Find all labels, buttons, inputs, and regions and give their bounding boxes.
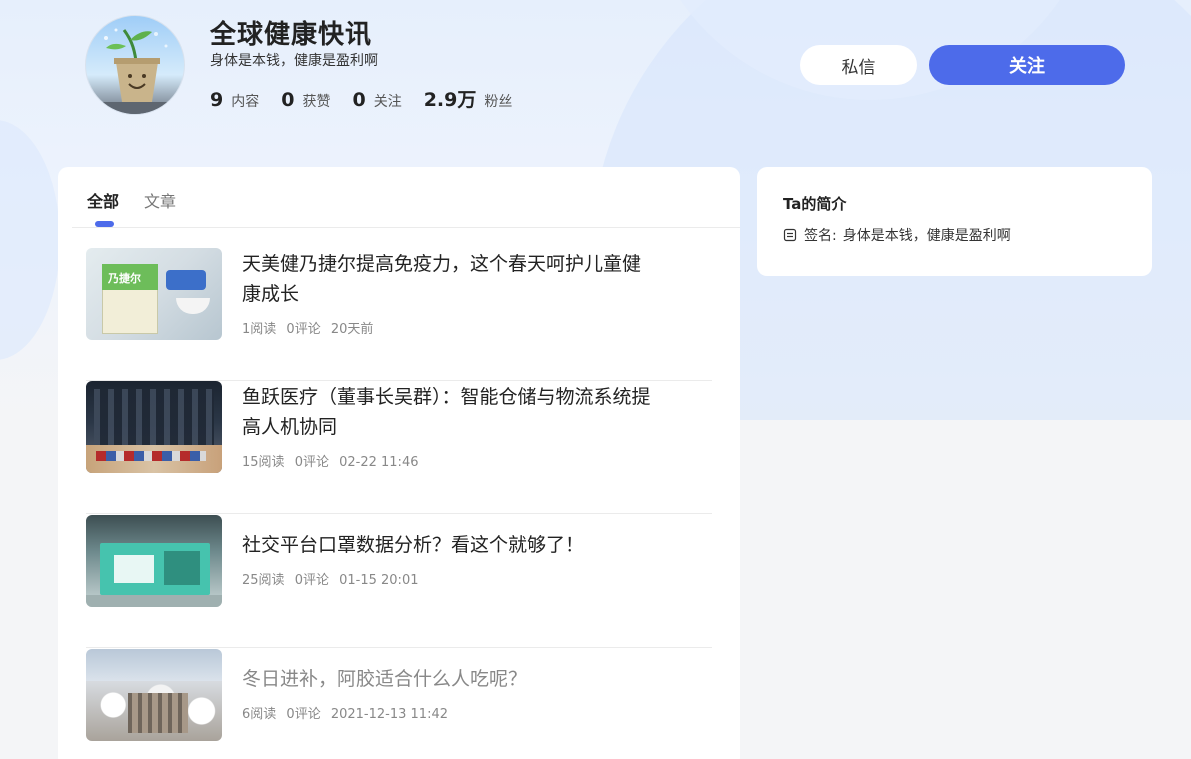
stat-content[interactable]: 9 内容 xyxy=(210,89,259,111)
signature-label: 签名: xyxy=(804,228,837,244)
note-icon xyxy=(783,228,797,242)
intro-signature-row: 签名: 身体是本钱，健康是盈利啊 xyxy=(783,225,1011,245)
article-meta: 25阅读 0评论 01-15 20:01 xyxy=(242,569,424,588)
article-comments: 0评论 xyxy=(286,322,321,337)
message-button[interactable]: 私信 xyxy=(800,45,917,85)
tab-bar: 全部 文章 xyxy=(58,167,740,228)
stat-label: 粉丝 xyxy=(484,94,513,110)
signature-value: 身体是本钱，健康是盈利啊 xyxy=(842,228,1011,244)
tab-articles[interactable]: 文章 xyxy=(144,188,176,212)
stat-label: 内容 xyxy=(231,94,260,110)
article-time: 02-22 11:46 xyxy=(339,455,419,470)
avatar[interactable] xyxy=(85,15,185,115)
article-meta: 15阅读 0评论 02-22 11:46 xyxy=(242,451,424,470)
follow-button[interactable]: 关注 xyxy=(929,45,1125,85)
stat-value: 0 xyxy=(352,89,366,111)
profile-page: 全球健康快讯 身体是本钱，健康是盈利啊 9 内容 0 获赞 0 关注 2.9万 … xyxy=(0,0,1191,759)
stat-following[interactable]: 0 关注 xyxy=(352,89,401,111)
product-box-text: 乃捷尔 xyxy=(108,272,141,285)
article-item[interactable]: 乃捷尔 天美健乃捷尔提高免疫力，这个春天呵护儿童健康成长 1阅读 0评论 20天… xyxy=(86,248,712,381)
tab-all[interactable]: 全部 xyxy=(87,188,119,212)
article-comments: 0评论 xyxy=(286,707,321,722)
article-reads: 25阅读 xyxy=(242,573,285,588)
stat-value: 2.9万 xyxy=(423,89,477,111)
tab-divider xyxy=(72,227,740,228)
article-title[interactable]: 鱼跃医疗（董事长吴群）：智能仓储与物流系统提高人机协同 xyxy=(242,382,652,442)
stat-label: 关注 xyxy=(373,94,402,110)
stat-value: 9 xyxy=(210,89,224,111)
stat-followers[interactable]: 2.9万 粉丝 xyxy=(424,85,513,112)
plant-pot-icon xyxy=(86,28,184,114)
article-item[interactable]: 冬日进补，阿胶适合什么人吃呢？ 6阅读 0评论 2021-12-13 11:42 xyxy=(86,649,712,759)
stat-label: 获赞 xyxy=(302,94,331,110)
article-reads: 15阅读 xyxy=(242,455,285,470)
article-time: 2021-12-13 11:42 xyxy=(330,707,448,722)
article-title[interactable]: 冬日进补，阿胶适合什么人吃呢？ xyxy=(242,664,652,694)
article-time: 20天前 xyxy=(330,322,374,337)
article-time: 01-15 20:01 xyxy=(339,573,419,588)
divider xyxy=(86,513,712,514)
intro-card: Ta的简介 签名: 身体是本钱，健康是盈利啊 xyxy=(757,167,1152,276)
article-thumbnail[interactable] xyxy=(86,381,222,473)
article-item[interactable]: 社交平台口罩数据分析？看这个就够了！ 25阅读 0评论 01-15 20:01 xyxy=(86,515,712,648)
divider xyxy=(86,647,712,648)
article-thumbnail[interactable]: 乃捷尔 xyxy=(86,248,222,340)
article-reads: 1阅读 xyxy=(242,322,277,337)
profile-stats: 9 内容 0 获赞 0 关注 2.9万 粉丝 xyxy=(210,85,534,112)
article-comments: 0评论 xyxy=(294,573,329,588)
article-comments: 0评论 xyxy=(294,455,329,470)
profile-name: 全球健康快讯 xyxy=(210,20,373,50)
stat-likes[interactable]: 0 获赞 xyxy=(281,89,330,111)
article-thumbnail[interactable] xyxy=(86,649,222,741)
article-thumbnail[interactable] xyxy=(86,515,222,607)
article-item[interactable]: 鱼跃医疗（董事长吴群）：智能仓储与物流系统提高人机协同 15阅读 0评论 02-… xyxy=(86,381,712,514)
article-title[interactable]: 社交平台口罩数据分析？看这个就够了！ xyxy=(242,530,652,560)
article-title[interactable]: 天美健乃捷尔提高免疫力，这个春天呵护儿童健康成长 xyxy=(242,249,652,309)
article-meta: 6阅读 0评论 2021-12-13 11:42 xyxy=(242,703,454,722)
article-meta: 1阅读 0评论 20天前 xyxy=(242,318,379,337)
article-reads: 6阅读 xyxy=(242,707,277,722)
stat-value: 0 xyxy=(281,89,295,111)
profile-signature: 身体是本钱，健康是盈利啊 xyxy=(210,53,378,69)
intro-title: Ta的简介 xyxy=(783,195,847,213)
content-card: 全部 文章 乃捷尔 天美健乃捷尔提高免疫力，这个春天呵护儿童健康成长 1阅读 0… xyxy=(58,167,740,759)
